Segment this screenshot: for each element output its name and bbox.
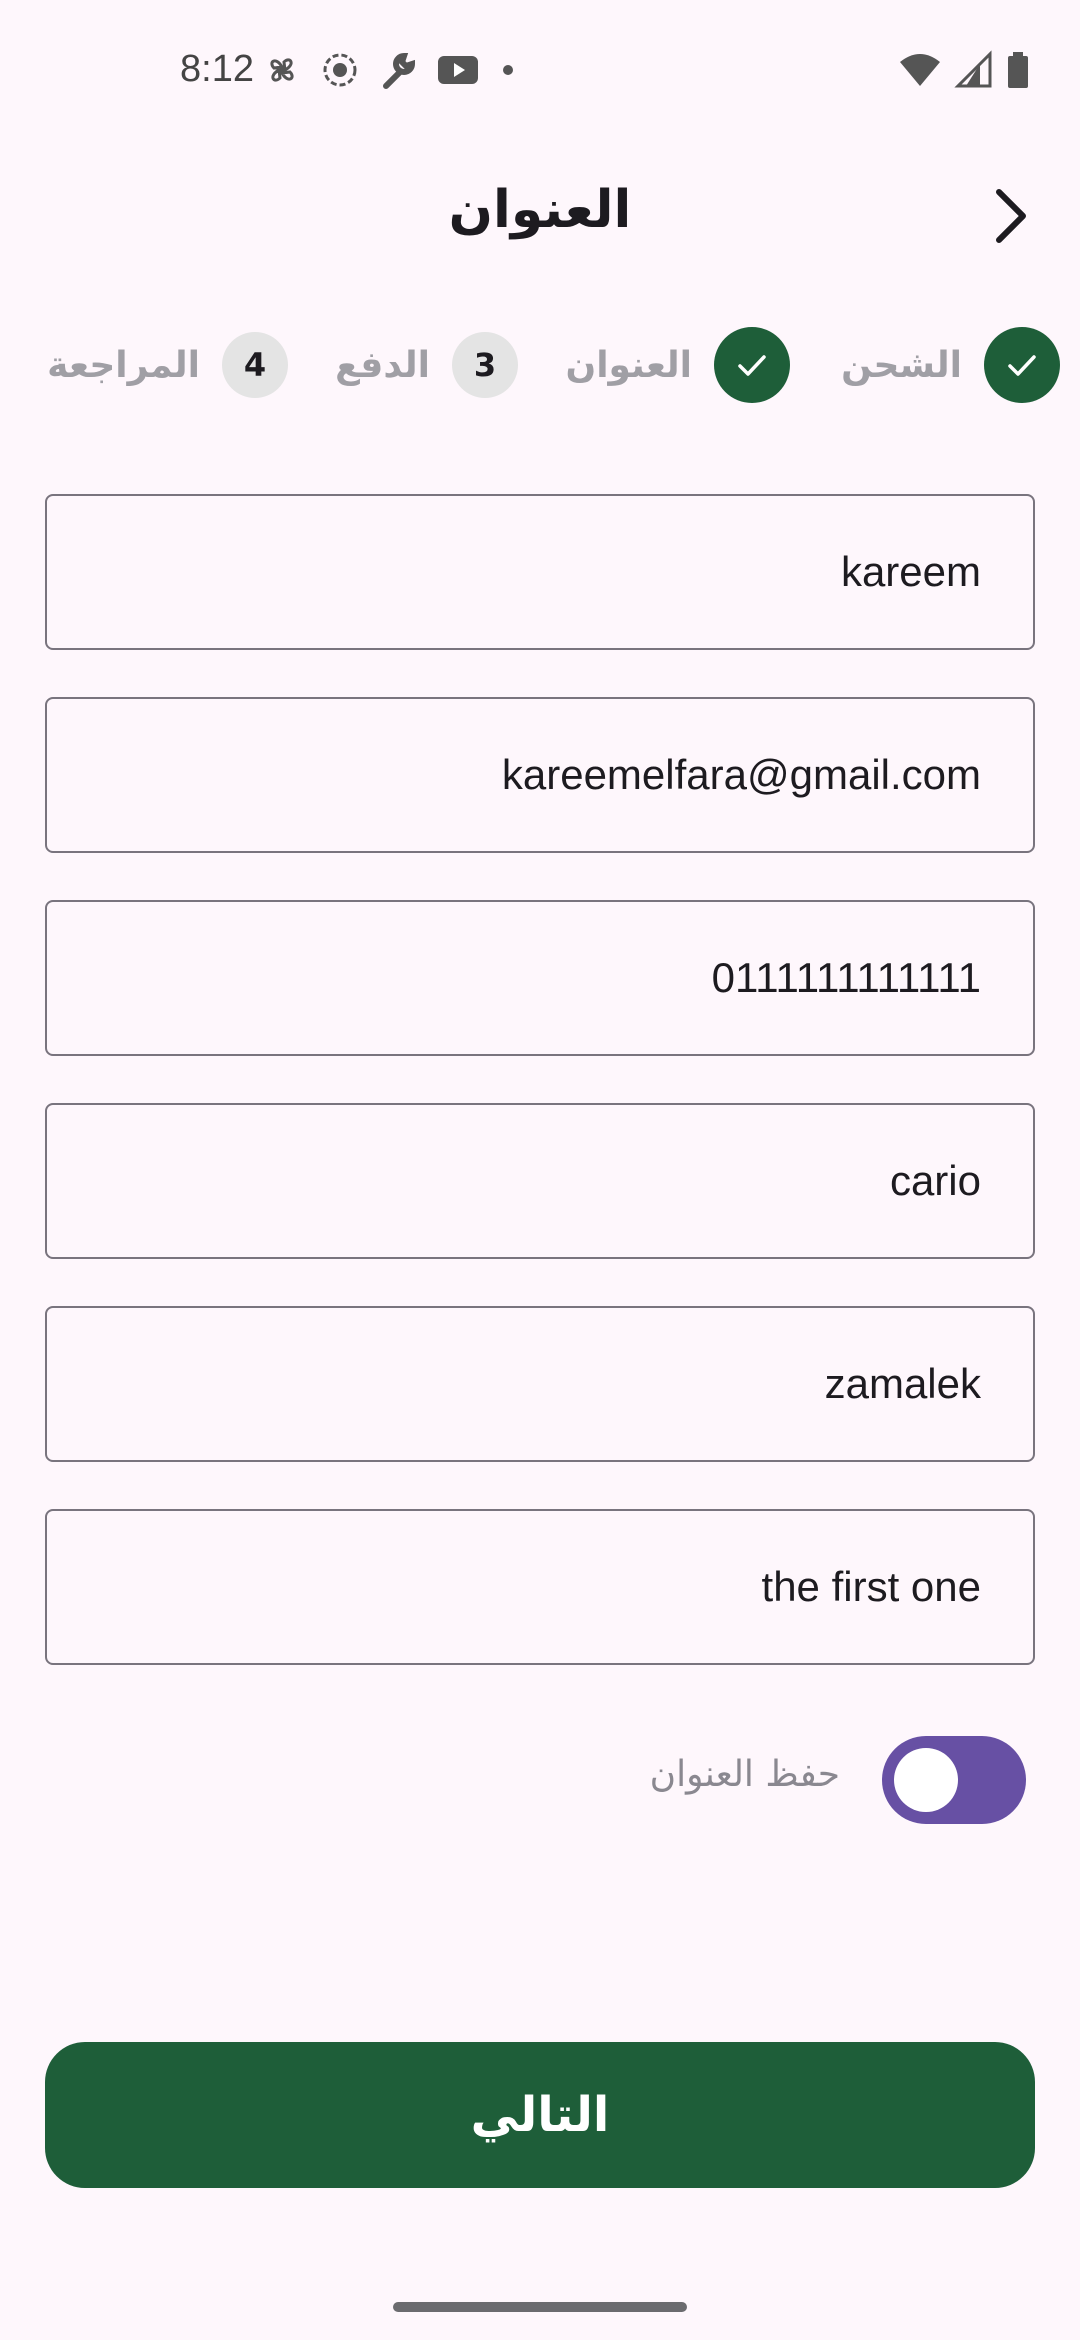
check-icon <box>1008 355 1036 376</box>
address-detail-input[interactable] <box>47 1511 1033 1663</box>
name-field[interactable] <box>45 494 1035 650</box>
step-number: 4 <box>222 332 288 398</box>
next-button[interactable]: التالي <box>45 2042 1035 2188</box>
save-address-switch[interactable] <box>882 1736 1026 1824</box>
step-check-circle <box>984 327 1060 403</box>
app-bar: العنوان <box>0 160 1080 270</box>
step-label: الشحن <box>841 344 962 386</box>
record-icon <box>320 50 360 94</box>
step-payment[interactable]: 3 الدفع <box>335 325 518 405</box>
step-review[interactable]: 4 المراجعة <box>47 325 288 405</box>
cell-signal-icon <box>954 50 994 94</box>
step-label: المراجعة <box>47 344 200 386</box>
chevron-right-icon <box>985 186 1035 250</box>
wrench-icon <box>378 50 418 94</box>
step-check-circle <box>714 327 790 403</box>
check-icon <box>738 355 766 376</box>
youtube-icon <box>436 50 480 94</box>
wifi-icon <box>898 50 942 94</box>
step-address[interactable]: العنوان <box>565 325 790 405</box>
save-address-label: حفظ العنوان <box>649 1754 840 1795</box>
email-input[interactable] <box>47 699 1033 851</box>
area-input[interactable] <box>47 1308 1033 1460</box>
email-field[interactable] <box>45 697 1035 853</box>
area-field[interactable] <box>45 1306 1035 1462</box>
status-time: 8:12 <box>180 48 254 90</box>
fan-icon <box>262 50 302 94</box>
name-input[interactable] <box>47 496 1033 648</box>
step-label: الدفع <box>335 344 430 386</box>
dot-icon <box>498 50 518 94</box>
city-input[interactable] <box>47 1105 1033 1257</box>
step-number: 3 <box>452 332 518 398</box>
home-indicator[interactable] <box>393 2302 687 2312</box>
phone-input[interactable] <box>47 902 1033 1054</box>
status-icons-right <box>898 48 1030 96</box>
switch-thumb <box>894 1748 958 1812</box>
phone-field[interactable] <box>45 900 1035 1056</box>
battery-icon <box>1006 50 1030 94</box>
back-button[interactable] <box>970 178 1050 258</box>
step-label: العنوان <box>565 344 692 386</box>
page-title: العنوان <box>448 180 632 240</box>
address-detail-field[interactable] <box>45 1509 1035 1665</box>
status-bar: 8:12 <box>0 0 1080 140</box>
status-icons-left <box>262 48 518 96</box>
step-shipping[interactable]: الشحن <box>841 325 1060 405</box>
save-address-row: حفظ العنوان <box>0 1730 1080 1830</box>
checkout-stepper: الشحن العنوان 3 الدفع 4 المراجعة <box>0 320 1080 410</box>
city-field[interactable] <box>45 1103 1035 1259</box>
